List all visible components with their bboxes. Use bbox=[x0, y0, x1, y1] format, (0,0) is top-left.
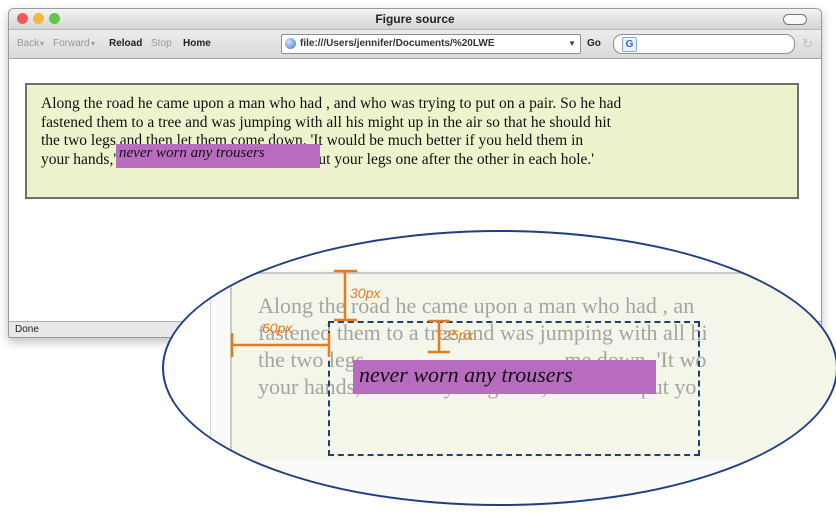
paragraph-line-1: Along the road he came upon a man who ha… bbox=[41, 95, 622, 112]
window-title: Figure source bbox=[375, 12, 455, 26]
paragraph-line-2: fastened them to a tree and was jumping … bbox=[41, 113, 611, 131]
url-text: file:///Users/jennifer/Documents/%20LWE bbox=[300, 38, 495, 49]
status-text: Done bbox=[15, 324, 39, 335]
floated-element: never worn any trousers bbox=[116, 144, 320, 168]
url-dropdown-icon[interactable]: ▼ bbox=[568, 35, 576, 53]
inner-offset-label: 25px bbox=[443, 327, 474, 343]
forward-button[interactable]: Forward bbox=[53, 38, 90, 49]
top-margin-label: 30px bbox=[350, 285, 381, 301]
snapback-icon[interactable]: ↻ bbox=[802, 36, 813, 52]
stop-button[interactable]: Stop bbox=[151, 38, 172, 49]
back-dropdown-icon[interactable]: ▾ bbox=[40, 39, 44, 48]
title-bar: Figure source bbox=[9, 9, 821, 30]
google-search-icon[interactable]: G bbox=[622, 37, 637, 52]
reload-button[interactable]: Reload bbox=[109, 38, 142, 49]
text-container: Along the road he came upon a man who ha… bbox=[25, 83, 799, 199]
magnifier-outline bbox=[162, 230, 836, 506]
toolbar: Back ▾ Forward ▾ Reload Stop Home file:/… bbox=[9, 30, 821, 59]
forward-dropdown-icon[interactable]: ▾ bbox=[91, 39, 95, 48]
left-margin-label: 60px bbox=[262, 320, 293, 336]
toolbar-toggle-button[interactable] bbox=[783, 14, 807, 25]
search-field[interactable]: G bbox=[613, 34, 795, 54]
globe-icon bbox=[285, 38, 296, 49]
back-button[interactable]: Back bbox=[17, 38, 39, 49]
go-button[interactable]: Go bbox=[587, 38, 601, 49]
url-field[interactable]: file:///Users/jennifer/Documents/%20LWE … bbox=[281, 34, 581, 54]
home-button[interactable]: Home bbox=[183, 38, 211, 49]
